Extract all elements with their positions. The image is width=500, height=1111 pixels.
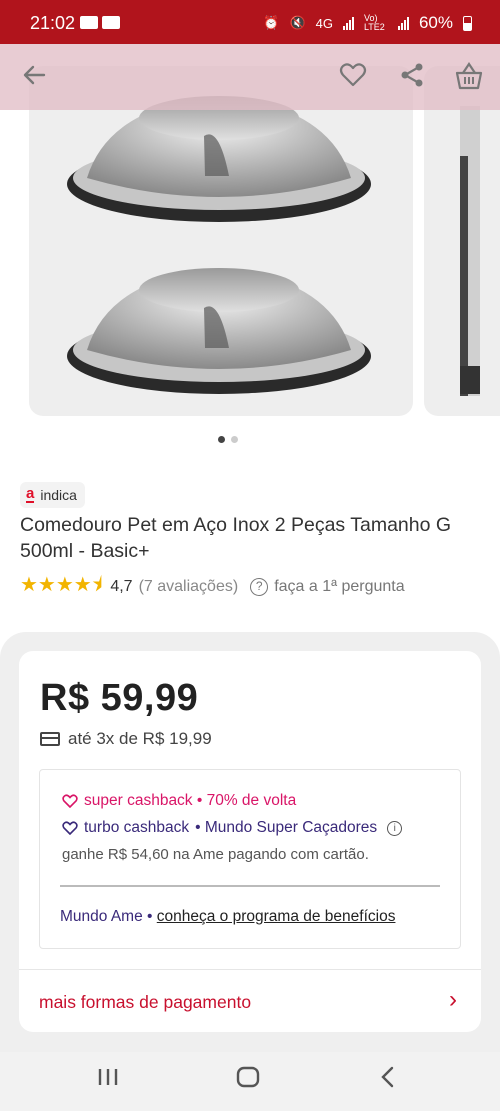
star-rating-icon: ★★★★⯨: [20, 574, 103, 596]
recent-apps-icon[interactable]: [97, 1066, 119, 1094]
mundo-ame-label: Mundo Ame •: [60, 908, 153, 925]
ask-question-link[interactable]: ? faça a 1ª pergunta: [250, 578, 405, 596]
ask-question-label: faça a 1ª pergunta: [274, 578, 405, 595]
reviews-link[interactable]: (7 avaliações): [139, 578, 239, 596]
rating-value: 4,7: [110, 578, 133, 595]
next-image-preview: [460, 106, 480, 396]
turbo-heart-icon: [62, 821, 78, 835]
back-arrow-icon[interactable]: [18, 61, 50, 93]
back-nav-icon[interactable]: [378, 1066, 398, 1095]
notification-icon: [80, 16, 98, 29]
chevron-right-icon: ›: [449, 986, 457, 1013]
price-card: R$ 59,99 até 3x de R$ 19,99 super cashba…: [19, 651, 481, 1032]
badge-label: indica: [40, 487, 77, 503]
notification-icons: [80, 16, 120, 29]
product-price: R$ 59,99: [40, 677, 199, 719]
bowl-image: [67, 96, 371, 394]
turbo-program-label: • Mundo Super Caçadores: [195, 819, 378, 836]
notification-icon: [102, 16, 120, 29]
pagination-dot[interactable]: [231, 436, 238, 443]
installments: até 3x de R$ 19,99: [40, 729, 212, 749]
battery-level: 60%: [418, 13, 453, 32]
super-cashback-line: super cashback • 70% de volta: [62, 792, 296, 810]
product-title: Comedouro Pet em Aço Inox 2 Peças Tamanh…: [20, 514, 452, 562]
installments-label: até 3x de R$ 19,99: [68, 729, 212, 748]
heart-icon[interactable]: [337, 61, 369, 93]
status-time: 21:02: [30, 13, 76, 33]
share-icon[interactable]: [396, 61, 428, 93]
home-icon[interactable]: [236, 1066, 260, 1095]
super-cashback-label: super cashback • 70% de volta: [84, 792, 297, 809]
status-bar: 21:02 ⏰ 🔇 4G Vo) LTE2 60%: [0, 0, 500, 44]
mundo-ame-line: Mundo Ame • conheça o programa de benefí…: [60, 908, 395, 926]
top-action-bar: [0, 44, 500, 110]
brand-logo-icon: a: [26, 485, 35, 503]
indica-badge: a indica: [20, 482, 85, 508]
info-icon[interactable]: i: [387, 820, 403, 836]
cashback-box: super cashback • 70% de volta turbo cash…: [39, 769, 461, 949]
battery-icon: [463, 15, 472, 31]
signal-icon: [342, 16, 354, 30]
more-payment-options[interactable]: mais formas de pagamento ›: [19, 969, 481, 1032]
pagination-dot-active[interactable]: [218, 436, 225, 443]
credit-card-icon: [40, 732, 60, 746]
rating-row: ★★★★⯨ 4,7 (7 avaliações) ? faça a 1ª per…: [20, 570, 405, 604]
turbo-cashback-label: turbo cashback: [84, 819, 190, 836]
mute-icon: 🔇: [289, 15, 306, 30]
product-image[interactable]: [29, 66, 413, 416]
volte-label: Vo) LTE2: [363, 13, 385, 32]
question-icon: ?: [250, 578, 269, 596]
signal-icon-2: [397, 16, 409, 30]
status-right: ⏰ 🔇 4G Vo) LTE2 60%: [263, 13, 472, 33]
divider: [60, 885, 440, 887]
basket-icon[interactable]: [453, 61, 485, 93]
turbo-cashback-line: turbo cashback • Mundo Super Caçadores i: [62, 819, 403, 837]
network-type: 4G: [315, 15, 333, 31]
benefits-program-link[interactable]: conheça o programa de benefícios: [157, 908, 396, 925]
cashback-heart-icon: [62, 794, 78, 808]
system-nav-bar: [0, 1052, 500, 1111]
gallery-pagination: [218, 436, 238, 443]
more-payment-label: mais formas de pagamento: [39, 992, 252, 1012]
alarm-icon: ⏰: [263, 15, 280, 30]
next-product-image[interactable]: [424, 66, 500, 416]
cashback-earn-text: ganhe R$ 54,60 na Ame pagando com cartão…: [62, 846, 369, 863]
